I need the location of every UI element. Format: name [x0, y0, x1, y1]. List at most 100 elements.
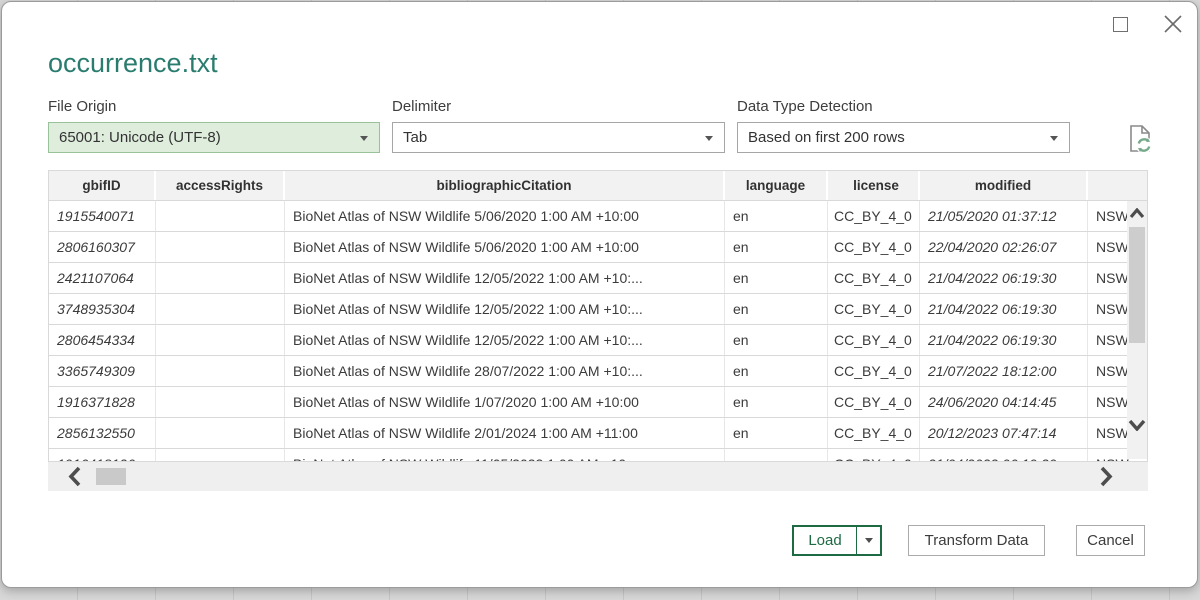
table-cell [156, 232, 285, 262]
table-cell [156, 201, 285, 231]
table-cell: CC_BY_4_0 [828, 201, 920, 231]
table-cell: 2806160307 [49, 232, 156, 262]
table-cell: en [725, 232, 828, 262]
table-body: 1915540071BioNet Atlas of NSW Wildlife 5… [49, 201, 1147, 462]
table-cell: NSW [1088, 325, 1129, 355]
table-cell: 3748935304 [49, 294, 156, 324]
maximize-button[interactable] [1109, 13, 1131, 35]
close-icon [1163, 14, 1183, 34]
delimiter-value: Tab [403, 129, 427, 146]
refresh-preview-button[interactable] [1120, 120, 1158, 158]
file-origin-label: File Origin [48, 98, 380, 115]
table-cell: 3365749309 [49, 356, 156, 386]
table-cell: NSW [1088, 201, 1129, 231]
table-cell [156, 294, 285, 324]
data-type-detection-dropdown[interactable]: Based on first 200 rows [737, 122, 1070, 153]
transform-data-button[interactable]: Transform Data [908, 525, 1045, 556]
table-cell: en [725, 356, 828, 386]
table-cell: BioNet Atlas of NSW Wildlife 11/05/2022 … [285, 449, 725, 462]
table-cell: en [725, 263, 828, 293]
refresh-file-icon [1122, 122, 1156, 156]
table-row: 2806160307 BioNet Atlas of NSW Wildlife 5… [49, 232, 1147, 263]
table-cell: en [725, 201, 828, 231]
column-header [1088, 171, 1129, 200]
chevron-down-icon [360, 136, 368, 141]
scroll-right-button[interactable] [1094, 462, 1118, 491]
table-cell: 2421107064 [49, 263, 156, 293]
column-header: modified [920, 171, 1088, 200]
load-options-button[interactable] [856, 527, 880, 554]
chevron-right-icon [1100, 466, 1113, 487]
scroll-up-button[interactable] [1127, 203, 1147, 223]
file-origin-value: 65001: Unicode (UTF-8) [59, 129, 221, 146]
table-cell: 22/04/2020 02:26:07 [920, 232, 1088, 262]
horizontal-scrollbar[interactable] [48, 462, 1148, 491]
chevron-up-icon [1129, 208, 1145, 219]
table-cell: CC_BY_4_0 [828, 387, 920, 417]
delimiter-dropdown[interactable]: Tab [392, 122, 725, 153]
table-cell: 21/04/2022 06:19:30 [920, 449, 1088, 462]
table-cell: BioNet Atlas of NSW Wildlife 12/05/2022 … [285, 263, 725, 293]
table-cell: CC_BY_4_0 [828, 449, 920, 462]
table-cell [156, 387, 285, 417]
scroll-down-button[interactable] [1127, 415, 1147, 435]
table-cell: NSW [1088, 294, 1129, 324]
column-header: gbifID [49, 171, 156, 200]
table-row: 3748935304BioNet Atlas of NSW Wildlife 1… [49, 294, 1147, 325]
table-cell: BioNet Atlas of NSW Wildlife 5/06/2020 1… [285, 232, 725, 262]
table-cell: en [725, 449, 828, 462]
table-cell [156, 356, 285, 386]
table-cell: BioNet Atlas of NSW Wildlife 28/07/2022 … [285, 356, 725, 386]
chevron-down-icon [705, 136, 713, 141]
table-cell: BioNet Atlas of NSW Wildlife 5/06/2020 1… [285, 201, 725, 231]
maximize-icon [1113, 17, 1128, 32]
cancel-button[interactable]: Cancel [1076, 525, 1145, 556]
column-header: accessRights [156, 171, 285, 200]
column-header: license [828, 171, 920, 200]
table-cell: 21/04/2022 06:19:30 [920, 325, 1088, 355]
chevron-left-icon [68, 466, 81, 487]
table-cell: 21/04/2022 06:19:30 [920, 263, 1088, 293]
table-row: 1915540071BioNet Atlas of NSW Wildlife 5… [49, 201, 1147, 232]
scroll-left-button[interactable] [62, 462, 86, 491]
table-cell: CC_BY_4_0 [828, 263, 920, 293]
table-cell: 21/05/2020 01:37:12 [920, 201, 1088, 231]
table-cell: 1916418126 [49, 449, 156, 462]
vertical-scroll-thumb[interactable] [1129, 227, 1145, 343]
table-cell: en [725, 325, 828, 355]
table-cell: CC_BY_4_0 [828, 418, 920, 448]
text-import-dialog: occurrence.txt File Origin 65001: Unicod… [1, 1, 1198, 588]
horizontal-scroll-thumb[interactable] [96, 468, 126, 485]
table-cell: CC_BY_4_0 [828, 356, 920, 386]
table-cell: en [725, 294, 828, 324]
table-cell [156, 449, 285, 462]
table-cell: 2806454334 [49, 325, 156, 355]
window-controls [1109, 12, 1185, 36]
table-cell [156, 418, 285, 448]
table-row: 2806454334BioNet Atlas of NSW Wildlife 1… [49, 325, 1147, 356]
data-type-detection-value: Based on first 200 rows [748, 129, 905, 146]
chevron-down-icon [1128, 419, 1146, 431]
file-origin-dropdown[interactable]: 65001: Unicode (UTF-8) [48, 122, 380, 153]
vertical-scrollbar[interactable] [1127, 201, 1147, 459]
table-cell: BioNet Atlas of NSW Wildlife 2/01/2024 1… [285, 418, 725, 448]
table-header: gbifIDaccessRightsbibliographicCitationl… [49, 171, 1147, 201]
table-cell: 21/04/2022 06:19:30 [920, 294, 1088, 324]
footer-buttons: Load Transform Data Cancel [2, 525, 1199, 556]
table-cell: NSW [1088, 449, 1129, 462]
load-button[interactable]: Load [794, 527, 856, 554]
table-cell: NSW [1088, 232, 1129, 262]
preview-table: gbifIDaccessRightsbibliographicCitationl… [48, 170, 1148, 462]
data-type-detection-label: Data Type Detection [737, 98, 1070, 115]
table-cell: NSW [1088, 356, 1129, 386]
close-button[interactable] [1161, 12, 1185, 36]
column-header: bibliographicCitation [285, 171, 725, 200]
table-cell: 21/07/2022 18:12:00 [920, 356, 1088, 386]
table-cell: CC_BY_4_0 [828, 294, 920, 324]
chevron-down-icon [1050, 136, 1058, 141]
table-cell: 24/06/2020 04:14:45 [920, 387, 1088, 417]
table-cell [156, 325, 285, 355]
chevron-down-icon [865, 538, 873, 543]
column-header: language [725, 171, 828, 200]
table-cell: 20/12/2023 07:47:14 [920, 418, 1088, 448]
